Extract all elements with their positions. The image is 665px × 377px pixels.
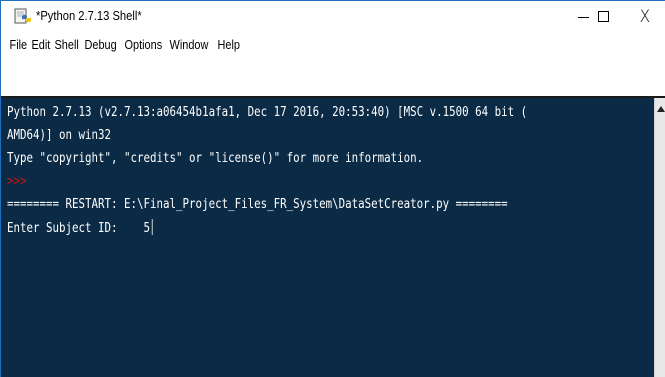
restart-line: ======== RESTART: E:\Final_Project_Files… (7, 196, 508, 212)
input-value[interactable]: 5 (144, 220, 151, 236)
window-title: *Python 2.7.13 Shell* (36, 8, 142, 23)
menu-debug[interactable]: Debug (82, 37, 119, 52)
menu-options[interactable]: Options (122, 37, 165, 52)
arrow-up-icon (656, 106, 665, 112)
shell-prompt: >>> (7, 173, 27, 189)
vertical-scrollbar[interactable] (654, 98, 665, 377)
python-idle-icon (14, 8, 32, 26)
text-cursor (151, 219, 153, 235)
close-icon: X (639, 6, 651, 27)
banner-line-1: Python 2.7.13 (v2.7.13:a06454b1afa1, Dec… (7, 104, 528, 120)
menu-edit[interactable]: Edit (29, 37, 53, 52)
banner-line-3: Type "copyright", "credits" or "license(… (7, 150, 424, 166)
menu-bar: File Edit Shell Debug Options Window Hel… (1, 32, 665, 56)
close-button[interactable]: X (625, 1, 665, 32)
input-label: Enter Subject ID: (7, 220, 144, 236)
maximize-icon (597, 11, 609, 22)
maximize-button[interactable] (583, 1, 623, 32)
menu-help[interactable]: Help (215, 37, 243, 52)
menu-window[interactable]: Window (167, 37, 211, 52)
input-line[interactable]: Enter Subject ID: 5 (7, 219, 153, 236)
scroll-up-button[interactable] (655, 102, 665, 116)
banner-line-2: AMD64)] on win32 (7, 127, 112, 143)
title-bar[interactable]: *Python 2.7.13 Shell* X (1, 1, 665, 32)
menu-shell[interactable]: Shell (52, 37, 81, 52)
menu-file[interactable]: File (7, 37, 30, 52)
shell-output-area[interactable]: Python 2.7.13 (v2.7.13:a06454b1afa1, Dec… (1, 96, 665, 377)
idle-shell-window: *Python 2.7.13 Shell* X File Edit Shell … (0, 0, 665, 377)
